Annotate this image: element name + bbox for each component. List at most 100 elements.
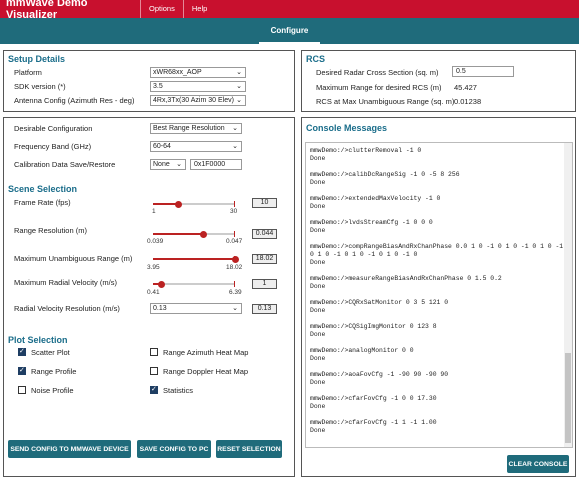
- console-output[interactable]: mmwDemo:/>clutterRemoval -1 0 Done mmwDem…: [305, 142, 573, 448]
- console-line: mmwDemo:/>clutterRemoval -1 0: [310, 147, 422, 154]
- platform-value: xWR68xx_AOP: [153, 69, 202, 76]
- console-line: mmwDemo:/>CQRxSatMonitor 0 3 5 121 0: [310, 299, 449, 306]
- console-line: mmwDemo:/>cfarFovCfg -1 0 0 17.30: [310, 395, 437, 402]
- sdk-label: SDK version (*): [14, 82, 66, 91]
- console-line: mmwDemo:/>calibDcRangeSig -1 0 -5 8 256: [310, 171, 460, 178]
- scatter-plot-label: Scatter Plot: [31, 348, 70, 357]
- velocity-resolution-select[interactable]: 0.13 ⌄: [150, 303, 242, 314]
- console-line: Done: [310, 227, 326, 234]
- rcs-max-label: RCS at Max Unambiguous Range (sq. m): [316, 97, 455, 106]
- calibration-mode-value: None: [153, 161, 170, 168]
- menu-options[interactable]: Options: [140, 0, 183, 18]
- velocity-resolution-value: 0.13: [252, 304, 277, 314]
- console-line: Done: [310, 259, 326, 266]
- velocity-resolution-select-value: 0.13: [153, 305, 167, 312]
- chevron-down-icon: ⌄: [236, 97, 242, 104]
- console-line: mmwDemo:/>measureRangeBiasAndRxChanPhase…: [310, 275, 502, 282]
- console-line: Done: [310, 155, 326, 162]
- platform-select[interactable]: xWR68xx_AOP ⌄: [150, 67, 246, 78]
- frame-rate-slider[interactable]: [153, 200, 235, 208]
- range-azimuth-checkbox[interactable]: [150, 348, 158, 356]
- save-config-button[interactable]: SAVE CONFIG TO PC: [137, 440, 211, 458]
- console-line: mmwDemo:/>CQSigImgMonitor 0 123 8: [310, 323, 437, 330]
- console-line: Done: [310, 331, 326, 338]
- rcs-desired-input[interactable]: 0.5: [452, 66, 514, 77]
- console-line: 0 1 0 -1 0 1 0 -1 0 1 0 -1 0: [310, 251, 418, 258]
- calibration-mode-select[interactable]: None ⌄: [150, 159, 186, 170]
- console-lines: mmwDemo:/>clutterRemoval -1 0 Done mmwDem…: [310, 147, 564, 435]
- chevron-down-icon: ⌄: [232, 143, 238, 150]
- reset-selection-button[interactable]: RESET SELECTION: [216, 440, 282, 458]
- clear-console-button[interactable]: CLEAR CONSOLE: [507, 455, 569, 473]
- max-velocity-max: 6.39: [229, 289, 242, 296]
- frequency-band-select[interactable]: 60-64 ⌄: [150, 141, 242, 152]
- desirable-config-value: Best Range Resolution: [153, 125, 225, 132]
- console-line: mmwDemo:/>compRangeBiasAndRxChanPhase 0.…: [310, 243, 564, 250]
- max-range-min: 3.95: [147, 264, 160, 271]
- antenna-value: 4Rx,3Tx(30 Azim 30 Elev): [153, 97, 234, 104]
- range-profile-checkbox[interactable]: [18, 366, 26, 375]
- rcs-title: RCS: [306, 54, 326, 64]
- max-range-slider-thumb[interactable]: [231, 255, 239, 263]
- frequency-band-label: Frequency Band (GHz): [14, 142, 92, 151]
- console-line: Done: [310, 355, 326, 362]
- console-scrollbar[interactable]: [564, 143, 572, 447]
- desirable-config-label: Desirable Configuration: [14, 124, 93, 133]
- console-scrollbar-thumb[interactable]: [565, 353, 571, 443]
- max-velocity-min: 0.41: [147, 289, 160, 296]
- max-velocity-slider[interactable]: [153, 280, 235, 288]
- console-title: Console Messages: [306, 123, 388, 133]
- console-line: Done: [310, 203, 326, 210]
- statistics-checkbox[interactable]: [150, 385, 158, 394]
- console-line: Done: [310, 427, 326, 434]
- range-resolution-max: 0.047: [226, 238, 243, 245]
- frame-rate-slider-end: [234, 201, 235, 207]
- max-range-label: Maximum Unambiguous Range (m): [14, 254, 133, 263]
- max-velocity-label: Maximum Radial Velocity (m/s): [14, 278, 117, 287]
- chevron-down-icon: ⌄: [176, 161, 182, 168]
- sdk-select[interactable]: 3.5 ⌄: [150, 81, 246, 92]
- frame-rate-slider-thumb[interactable]: [174, 200, 182, 208]
- range-resolution-slider-thumb[interactable]: [200, 230, 208, 238]
- menu-help[interactable]: Help: [182, 0, 215, 18]
- range-doppler-checkbox[interactable]: [150, 367, 158, 375]
- max-velocity-value[interactable]: 1: [252, 279, 277, 289]
- antenna-select[interactable]: 4Rx,3Tx(30 Azim 30 Elev) ⌄: [150, 95, 246, 106]
- console-line: Done: [310, 307, 326, 314]
- range-resolution-value[interactable]: 0.044: [252, 229, 277, 239]
- frame-rate-min: 1: [152, 208, 156, 215]
- statistics-label: Statistics: [163, 386, 194, 395]
- max-velocity-slider-thumb[interactable]: [157, 280, 165, 288]
- configuration-panel: Desirable Configuration Best Range Resol…: [3, 117, 295, 477]
- rcs-max-range-value: 45.427: [454, 83, 477, 92]
- chevron-down-icon: ⌄: [236, 69, 242, 76]
- max-range-value[interactable]: 18.02: [252, 254, 277, 264]
- calibration-label: Calibration Data Save/Restore: [14, 160, 116, 169]
- frame-rate-value[interactable]: 10: [252, 198, 277, 208]
- chevron-down-icon: ⌄: [232, 125, 238, 132]
- range-resolution-slider[interactable]: [153, 230, 235, 238]
- calibration-address-input[interactable]: 0x1F0000: [190, 159, 242, 170]
- noise-profile-checkbox[interactable]: [18, 386, 26, 394]
- console-line: mmwDemo:/>analogMonitor 0 0: [310, 347, 414, 354]
- tab-configure[interactable]: Configure: [258, 18, 321, 44]
- setup-details-panel: Setup Details Platform xWR68xx_AOP ⌄ SDK…: [3, 50, 295, 112]
- velocity-resolution-label: Radial Velocity Resolution (m/s): [14, 304, 120, 313]
- frame-rate-max: 30: [230, 208, 238, 215]
- range-doppler-label: Range Doppler Heat Map: [163, 367, 249, 376]
- range-azimuth-label: Range Azimuth Heat Map: [163, 348, 249, 357]
- max-range-max: 18.02: [226, 264, 243, 271]
- frequency-band-value: 60-64: [153, 143, 171, 150]
- console-line: mmwDemo:/>aoaFovCfg -1 -90 90 -90 90: [310, 371, 449, 378]
- max-range-slider[interactable]: [153, 255, 239, 263]
- send-config-button[interactable]: SEND CONFIG TO MMWAVE DEVICE: [8, 440, 131, 458]
- scatter-plot-checkbox[interactable]: [18, 347, 26, 356]
- desirable-config-select[interactable]: Best Range Resolution ⌄: [150, 123, 242, 134]
